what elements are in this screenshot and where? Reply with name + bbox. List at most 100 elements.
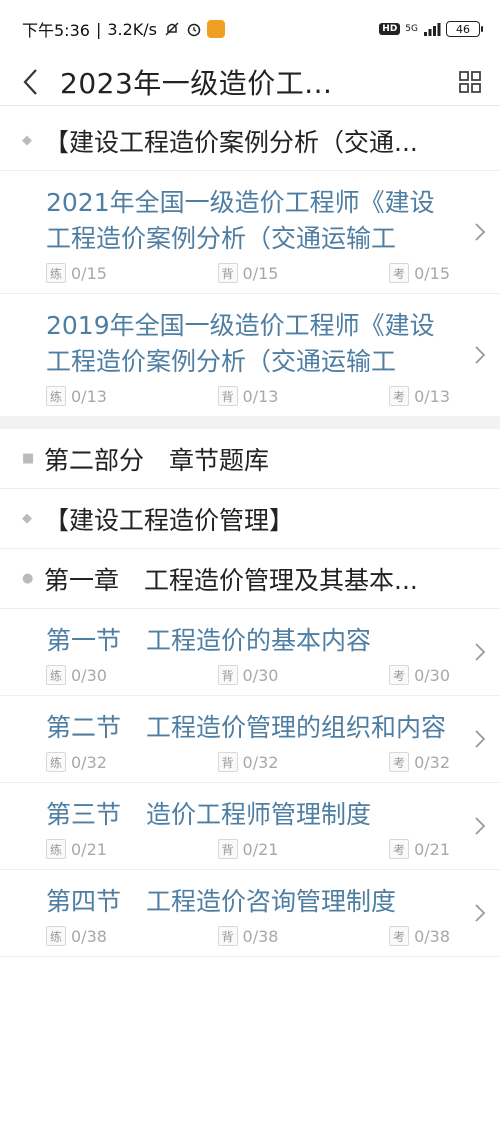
practice-tag: 练 xyxy=(46,839,66,859)
practice-count: 0/30 xyxy=(71,665,107,685)
practice-count: 0/32 xyxy=(71,752,107,772)
exam-tag: 考 xyxy=(389,752,410,772)
section-gap xyxy=(0,417,500,429)
memorize-stat: 背 0/30 xyxy=(217,665,390,685)
practice-tag: 练 xyxy=(46,386,66,406)
memorize-tag: 背 xyxy=(217,386,238,406)
battery-icon: 46 xyxy=(446,21,483,37)
memorize-count: 0/15 xyxy=(242,263,279,283)
signal-icon xyxy=(423,20,441,38)
practice-stat: 练 0/38 xyxy=(46,926,218,946)
memorize-stat: 背 0/32 xyxy=(217,752,390,772)
practice-tag: 练 xyxy=(46,752,66,772)
status-divider: | xyxy=(95,19,102,39)
exam-stat: 考 0/32 xyxy=(389,752,450,772)
item-title: 第四节 工程造价咨询管理制度 xyxy=(46,887,397,916)
memorize-count: 0/13 xyxy=(242,386,279,406)
practice-stat: 练 0/13 xyxy=(46,386,218,406)
item-title: 2021年全国一级造价工程师《建设工程造价案例分析（交通运输工 xyxy=(46,188,435,253)
back-arrow-icon xyxy=(23,68,37,95)
alarm-icon xyxy=(185,20,203,38)
memorize-stat: 背 0/21 xyxy=(217,839,390,859)
chevron-right-icon xyxy=(475,643,486,661)
app-notification-icon xyxy=(207,20,225,38)
chevron-right-icon xyxy=(475,904,486,922)
status-time: 下午5:36 xyxy=(22,21,90,40)
item-title: 2019年全国一级造价工程师《建设工程造价案例分析（交通运输工 xyxy=(46,311,435,376)
section-label: 第一章 工程造价管理及其基本... xyxy=(44,565,418,595)
section-chapter-one[interactable]: ● 第一章 工程造价管理及其基本... xyxy=(0,549,500,609)
practice-stat: 练 0/32 xyxy=(46,752,218,772)
app-header: 2023年一级造价工... xyxy=(0,58,500,106)
practice-tag: 练 xyxy=(46,926,66,946)
back-button[interactable] xyxy=(0,58,60,106)
exam-count: 0/30 xyxy=(414,665,450,685)
practice-count: 0/13 xyxy=(71,386,107,406)
item-stats: 练 0/38 背 0/38 考 0/38 xyxy=(46,924,450,948)
chevron-right-icon xyxy=(475,346,486,364)
section-case-analysis[interactable]: ◆ 【建设工程造价案例分析（交通... xyxy=(0,111,500,171)
status-bar: 下午5:36 | 3.2K/s HD 5G 46 xyxy=(0,0,500,58)
practice-count: 0/15 xyxy=(71,263,107,283)
memorize-tag: 背 xyxy=(217,263,238,283)
battery-level: 46 xyxy=(456,22,470,36)
exam-tag: 考 xyxy=(389,263,410,283)
exam-stat: 考 0/13 xyxy=(389,386,450,406)
exam-count: 0/15 xyxy=(414,263,450,283)
item-title: 第一节 工程造价的基本内容 xyxy=(46,626,372,655)
item-stats: 练 0/15 背 0/15 考 0/15 xyxy=(46,261,450,285)
item-stats: 练 0/21 背 0/21 考 0/21 xyxy=(46,837,450,861)
practice-tag: 练 xyxy=(46,665,66,685)
item-title: 第二节 工程造价管理的组织和内容 xyxy=(46,713,447,742)
diamond-bullet-icon: ◆ xyxy=(22,511,32,526)
chevron-right-icon xyxy=(475,730,486,748)
status-right: HD 5G 46 xyxy=(379,20,483,38)
list-item[interactable]: 第一节 工程造价的基本内容 练 0/30 背 0/30 考 0/30 xyxy=(0,609,500,696)
exam-stat: 考 0/15 xyxy=(389,263,450,283)
chevron-right-icon xyxy=(475,223,486,241)
practice-count: 0/21 xyxy=(71,839,107,859)
memorize-stat: 背 0/15 xyxy=(217,263,390,283)
chevron-right-icon xyxy=(475,817,486,835)
section-part-two[interactable]: ■ 第二部分 章节题库 xyxy=(0,429,500,489)
section-label: 【建设工程造价管理】 xyxy=(44,505,295,535)
square-bullet-icon: ■ xyxy=(22,451,35,466)
list-item[interactable]: 第二节 工程造价管理的组织和内容 练 0/32 背 0/32 考 0/32 xyxy=(0,696,500,783)
memorize-count: 0/32 xyxy=(242,752,279,772)
item-stats: 练 0/32 背 0/32 考 0/32 xyxy=(46,750,450,774)
hd-icon: HD xyxy=(379,23,401,35)
status-icons xyxy=(163,20,225,38)
exam-tag: 考 xyxy=(389,665,410,685)
section-label: 【建设工程造价案例分析（交通... xyxy=(44,127,418,157)
mute-icon xyxy=(163,20,181,38)
exam-tag: 考 xyxy=(389,926,410,946)
exam-tag: 考 xyxy=(389,386,410,406)
exam-stat: 考 0/30 xyxy=(389,665,450,685)
exam-tag: 考 xyxy=(389,839,410,859)
status-left: 下午5:36 | 3.2K/s xyxy=(22,17,225,41)
section-cost-management[interactable]: ◆ 【建设工程造价管理】 xyxy=(0,489,500,549)
item-stats: 练 0/30 背 0/30 考 0/30 xyxy=(46,663,450,687)
section-label: 第二部分 章节题库 xyxy=(44,445,270,475)
list-item[interactable]: 2019年全国一级造价工程师《建设工程造价案例分析（交通运输工 练 0/13 背0… xyxy=(0,294,500,417)
grid-menu-button[interactable] xyxy=(440,58,500,106)
practice-stat: 练 0/21 xyxy=(46,839,218,859)
diamond-bullet-icon: ◆ xyxy=(22,133,32,148)
network-type: 5G xyxy=(405,23,418,34)
memorize-stat: 背 0/13 xyxy=(217,386,390,406)
memorize-count: 0/21 xyxy=(242,839,279,859)
list-item[interactable]: 第四节 工程造价咨询管理制度 练 0/38 背 0/38 考 0/38 xyxy=(0,870,500,957)
memorize-tag: 背 xyxy=(217,752,238,772)
page-title: 2023年一级造价工... xyxy=(60,66,333,100)
exam-stat: 考 0/21 xyxy=(389,839,450,859)
list-item[interactable]: 2021年全国一级造价工程师《建设工程造价案例分析（交通运输工 练 0/15 背0… xyxy=(0,171,500,294)
item-title: 第三节 造价工程师管理制度 xyxy=(46,800,372,829)
memorize-count: 0/38 xyxy=(242,926,279,946)
exam-count: 0/32 xyxy=(414,752,450,772)
practice-stat: 练 0/30 xyxy=(46,665,218,685)
exam-stat: 考 0/38 xyxy=(389,926,450,946)
list-item[interactable]: 第三节 造价工程师管理制度 练 0/21 背 0/21 考 0/21 xyxy=(0,783,500,870)
memorize-tag: 背 xyxy=(217,926,238,946)
network-speed: 3.2K/s xyxy=(107,19,157,39)
memorize-tag: 背 xyxy=(217,665,238,685)
